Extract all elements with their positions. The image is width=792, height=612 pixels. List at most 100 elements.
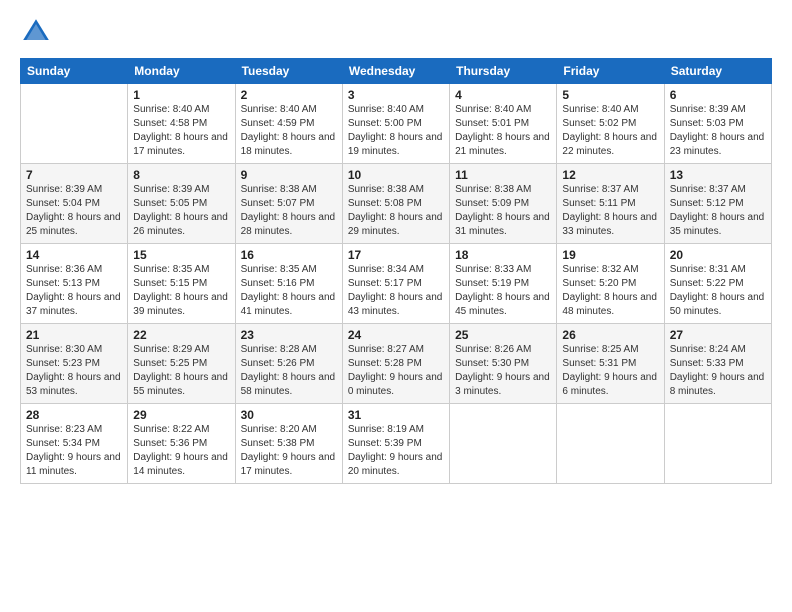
calendar-cell: 21Sunrise: 8:30 AMSunset: 5:23 PMDayligh… <box>21 324 128 404</box>
weekday-header-tuesday: Tuesday <box>235 59 342 84</box>
cell-info: Sunrise: 8:40 AMSunset: 4:59 PMDaylight:… <box>241 103 337 159</box>
cell-info: Sunrise: 8:25 AMSunset: 5:31 PMDaylight:… <box>562 343 658 399</box>
weekday-header-sunday: Sunday <box>21 59 128 84</box>
week-row-0: 1Sunrise: 8:40 AMSunset: 4:58 PMDaylight… <box>21 84 772 164</box>
weekday-header-saturday: Saturday <box>664 59 771 84</box>
cell-info: Sunrise: 8:40 AMSunset: 4:58 PMDaylight:… <box>133 103 229 159</box>
calendar-cell <box>450 404 557 484</box>
header <box>20 16 772 48</box>
calendar-cell <box>557 404 664 484</box>
calendar-cell: 18Sunrise: 8:33 AMSunset: 5:19 PMDayligh… <box>450 244 557 324</box>
cell-info: Sunrise: 8:30 AMSunset: 5:23 PMDaylight:… <box>26 343 122 399</box>
calendar-page: SundayMondayTuesdayWednesdayThursdayFrid… <box>0 0 792 612</box>
day-number: 11 <box>455 168 551 182</box>
weekday-header-row: SundayMondayTuesdayWednesdayThursdayFrid… <box>21 59 772 84</box>
cell-info: Sunrise: 8:40 AMSunset: 5:02 PMDaylight:… <box>562 103 658 159</box>
calendar-cell: 10Sunrise: 8:38 AMSunset: 5:08 PMDayligh… <box>342 164 449 244</box>
day-number: 6 <box>670 88 766 102</box>
calendar-cell: 11Sunrise: 8:38 AMSunset: 5:09 PMDayligh… <box>450 164 557 244</box>
weekday-header-monday: Monday <box>128 59 235 84</box>
cell-info: Sunrise: 8:38 AMSunset: 5:07 PMDaylight:… <box>241 183 337 239</box>
day-number: 20 <box>670 248 766 262</box>
day-number: 31 <box>348 408 444 422</box>
day-number: 21 <box>26 328 122 342</box>
calendar-cell: 30Sunrise: 8:20 AMSunset: 5:38 PMDayligh… <box>235 404 342 484</box>
cell-info: Sunrise: 8:24 AMSunset: 5:33 PMDaylight:… <box>670 343 766 399</box>
cell-info: Sunrise: 8:20 AMSunset: 5:38 PMDaylight:… <box>241 423 337 479</box>
day-number: 29 <box>133 408 229 422</box>
calendar-cell: 14Sunrise: 8:36 AMSunset: 5:13 PMDayligh… <box>21 244 128 324</box>
day-number: 5 <box>562 88 658 102</box>
cell-info: Sunrise: 8:40 AMSunset: 5:01 PMDaylight:… <box>455 103 551 159</box>
calendar-cell: 25Sunrise: 8:26 AMSunset: 5:30 PMDayligh… <box>450 324 557 404</box>
cell-info: Sunrise: 8:29 AMSunset: 5:25 PMDaylight:… <box>133 343 229 399</box>
week-row-1: 7Sunrise: 8:39 AMSunset: 5:04 PMDaylight… <box>21 164 772 244</box>
day-number: 19 <box>562 248 658 262</box>
calendar-cell <box>21 84 128 164</box>
cell-info: Sunrise: 8:35 AMSunset: 5:16 PMDaylight:… <box>241 263 337 319</box>
day-number: 4 <box>455 88 551 102</box>
day-number: 22 <box>133 328 229 342</box>
cell-info: Sunrise: 8:27 AMSunset: 5:28 PMDaylight:… <box>348 343 444 399</box>
logo <box>20 16 56 48</box>
day-number: 8 <box>133 168 229 182</box>
cell-info: Sunrise: 8:26 AMSunset: 5:30 PMDaylight:… <box>455 343 551 399</box>
day-number: 25 <box>455 328 551 342</box>
calendar-cell: 26Sunrise: 8:25 AMSunset: 5:31 PMDayligh… <box>557 324 664 404</box>
calendar-cell: 15Sunrise: 8:35 AMSunset: 5:15 PMDayligh… <box>128 244 235 324</box>
calendar-cell: 20Sunrise: 8:31 AMSunset: 5:22 PMDayligh… <box>664 244 771 324</box>
calendar-cell: 19Sunrise: 8:32 AMSunset: 5:20 PMDayligh… <box>557 244 664 324</box>
calendar-cell: 13Sunrise: 8:37 AMSunset: 5:12 PMDayligh… <box>664 164 771 244</box>
calendar-cell: 29Sunrise: 8:22 AMSunset: 5:36 PMDayligh… <box>128 404 235 484</box>
day-number: 18 <box>455 248 551 262</box>
cell-info: Sunrise: 8:34 AMSunset: 5:17 PMDaylight:… <box>348 263 444 319</box>
day-number: 16 <box>241 248 337 262</box>
day-number: 26 <box>562 328 658 342</box>
day-number: 23 <box>241 328 337 342</box>
day-number: 28 <box>26 408 122 422</box>
day-number: 3 <box>348 88 444 102</box>
day-number: 9 <box>241 168 337 182</box>
calendar-cell: 1Sunrise: 8:40 AMSunset: 4:58 PMDaylight… <box>128 84 235 164</box>
day-number: 24 <box>348 328 444 342</box>
day-number: 1 <box>133 88 229 102</box>
cell-info: Sunrise: 8:19 AMSunset: 5:39 PMDaylight:… <box>348 423 444 479</box>
day-number: 10 <box>348 168 444 182</box>
cell-info: Sunrise: 8:32 AMSunset: 5:20 PMDaylight:… <box>562 263 658 319</box>
calendar-cell: 2Sunrise: 8:40 AMSunset: 4:59 PMDaylight… <box>235 84 342 164</box>
cell-info: Sunrise: 8:37 AMSunset: 5:11 PMDaylight:… <box>562 183 658 239</box>
calendar-cell: 6Sunrise: 8:39 AMSunset: 5:03 PMDaylight… <box>664 84 771 164</box>
week-row-2: 14Sunrise: 8:36 AMSunset: 5:13 PMDayligh… <box>21 244 772 324</box>
calendar-cell: 24Sunrise: 8:27 AMSunset: 5:28 PMDayligh… <box>342 324 449 404</box>
cell-info: Sunrise: 8:39 AMSunset: 5:05 PMDaylight:… <box>133 183 229 239</box>
week-row-3: 21Sunrise: 8:30 AMSunset: 5:23 PMDayligh… <box>21 324 772 404</box>
weekday-header-friday: Friday <box>557 59 664 84</box>
calendar-cell: 12Sunrise: 8:37 AMSunset: 5:11 PMDayligh… <box>557 164 664 244</box>
day-number: 30 <box>241 408 337 422</box>
day-number: 15 <box>133 248 229 262</box>
cell-info: Sunrise: 8:35 AMSunset: 5:15 PMDaylight:… <box>133 263 229 319</box>
cell-info: Sunrise: 8:40 AMSunset: 5:00 PMDaylight:… <box>348 103 444 159</box>
cell-info: Sunrise: 8:22 AMSunset: 5:36 PMDaylight:… <box>133 423 229 479</box>
cell-info: Sunrise: 8:36 AMSunset: 5:13 PMDaylight:… <box>26 263 122 319</box>
calendar-cell: 17Sunrise: 8:34 AMSunset: 5:17 PMDayligh… <box>342 244 449 324</box>
cell-info: Sunrise: 8:23 AMSunset: 5:34 PMDaylight:… <box>26 423 122 479</box>
logo-icon <box>20 16 52 48</box>
cell-info: Sunrise: 8:28 AMSunset: 5:26 PMDaylight:… <box>241 343 337 399</box>
calendar-cell: 5Sunrise: 8:40 AMSunset: 5:02 PMDaylight… <box>557 84 664 164</box>
day-number: 12 <box>562 168 658 182</box>
calendar-cell: 22Sunrise: 8:29 AMSunset: 5:25 PMDayligh… <box>128 324 235 404</box>
calendar-cell: 23Sunrise: 8:28 AMSunset: 5:26 PMDayligh… <box>235 324 342 404</box>
calendar-cell: 16Sunrise: 8:35 AMSunset: 5:16 PMDayligh… <box>235 244 342 324</box>
cell-info: Sunrise: 8:38 AMSunset: 5:08 PMDaylight:… <box>348 183 444 239</box>
calendar-cell: 3Sunrise: 8:40 AMSunset: 5:00 PMDaylight… <box>342 84 449 164</box>
day-number: 27 <box>670 328 766 342</box>
day-number: 17 <box>348 248 444 262</box>
cell-info: Sunrise: 8:33 AMSunset: 5:19 PMDaylight:… <box>455 263 551 319</box>
calendar-cell: 9Sunrise: 8:38 AMSunset: 5:07 PMDaylight… <box>235 164 342 244</box>
cell-info: Sunrise: 8:31 AMSunset: 5:22 PMDaylight:… <box>670 263 766 319</box>
week-row-4: 28Sunrise: 8:23 AMSunset: 5:34 PMDayligh… <box>21 404 772 484</box>
cell-info: Sunrise: 8:38 AMSunset: 5:09 PMDaylight:… <box>455 183 551 239</box>
weekday-header-thursday: Thursday <box>450 59 557 84</box>
calendar-cell <box>664 404 771 484</box>
